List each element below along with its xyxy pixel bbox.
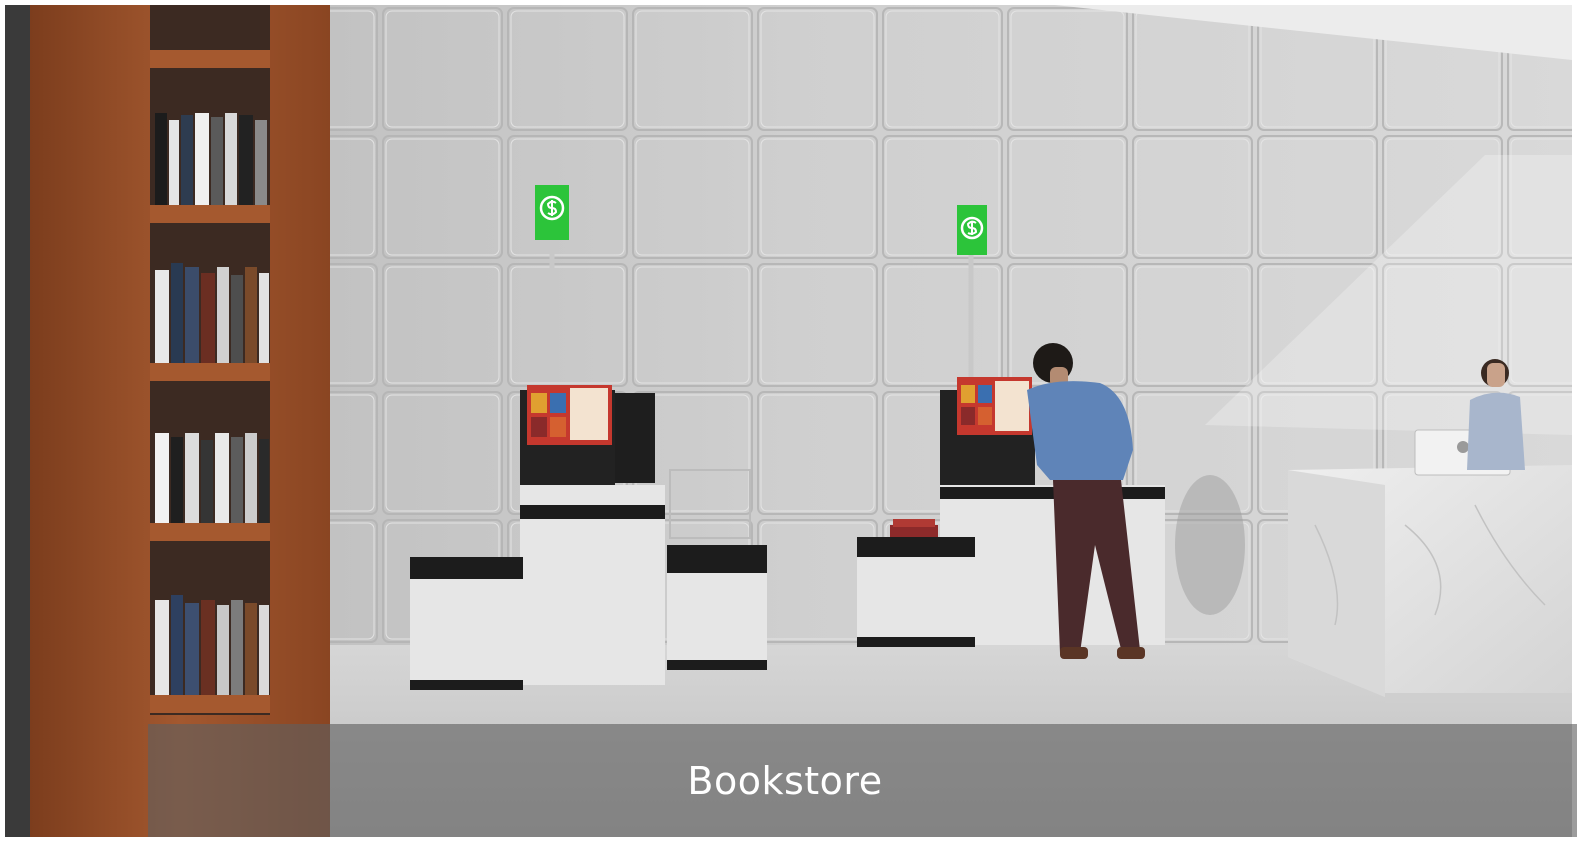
customer-shadow [1175,475,1245,615]
bookshelf [5,5,330,837]
book-row [155,595,269,695]
book-row [155,113,267,205]
bookstore-scene [5,5,1572,837]
scene-caption: Bookstore [687,758,883,803]
book-row [155,433,269,523]
book-row [155,263,269,363]
reception-desk [1288,429,1572,703]
